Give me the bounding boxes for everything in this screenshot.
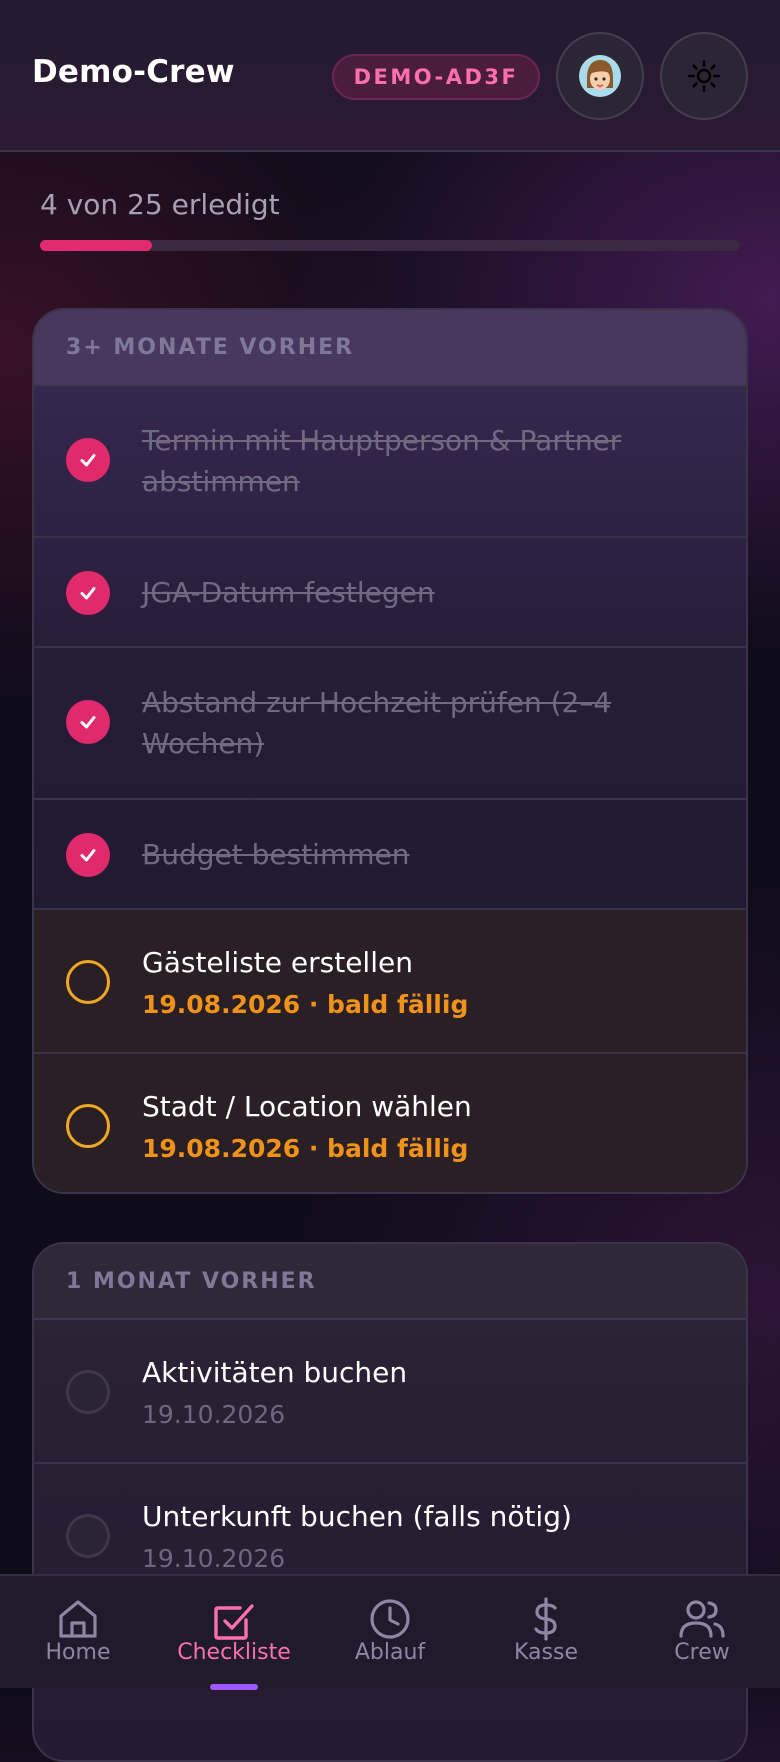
sun-icon xyxy=(688,60,720,92)
nav-label: Kasse xyxy=(514,1640,578,1665)
check-icon xyxy=(80,849,96,862)
item-title: Aktivitäten buchen xyxy=(142,1356,408,1389)
progress-text: 4 von 25 erledigt xyxy=(40,188,280,221)
nav-home[interactable]: Home xyxy=(0,1576,156,1690)
home-icon xyxy=(59,1600,97,1638)
item-title: Abstand zur Hochzeit prüfen (2–4 Wochen) xyxy=(142,686,612,760)
checklist-item[interactable]: JGA-Datum festlegen xyxy=(34,538,746,648)
progress-bar xyxy=(40,240,740,251)
item-due-date: 19.10.2026 xyxy=(142,1400,286,1429)
checklist-item[interactable]: Gästeliste erstellen 19.08.2026 · bald f… xyxy=(34,910,746,1054)
nav-kasse[interactable]: Kasse xyxy=(468,1576,624,1690)
checkbox-checked[interactable] xyxy=(66,700,110,744)
section-title: 3+ MONATE VORHER xyxy=(34,310,746,386)
crew-title: Demo-Crew xyxy=(32,54,235,90)
check-icon xyxy=(80,716,96,729)
checklist-item[interactable]: Budget bestimmen xyxy=(34,800,746,910)
section-title: 1 MONAT VORHER xyxy=(34,1244,746,1320)
item-title: Budget bestimmen xyxy=(142,838,410,871)
check-icon xyxy=(80,587,96,600)
item-due-date: 19.10.2026 xyxy=(142,1544,286,1573)
check-icon xyxy=(80,454,96,467)
dollar-icon xyxy=(534,1597,557,1641)
checklist-item[interactable]: Aktivitäten buchen 19.10.2026 xyxy=(34,1320,746,1464)
nav-label: Home xyxy=(45,1640,111,1665)
item-title: Termin mit Hauptperson & Partner abstimm… xyxy=(142,424,622,498)
checkbox-checked[interactable] xyxy=(66,438,110,482)
checkbox-unchecked[interactable] xyxy=(66,1514,110,1558)
checklist-item[interactable]: Abstand zur Hochzeit prüfen (2–4 Wochen) xyxy=(34,648,746,800)
checklist-item[interactable]: Stadt / Location wählen 19.08.2026 · bal… xyxy=(34,1054,746,1192)
item-title: Unterkunft buchen (falls nötig) xyxy=(142,1500,572,1533)
nav-label: Ablauf xyxy=(354,1640,426,1665)
item-title: Stadt / Location wählen xyxy=(142,1090,472,1123)
theme-toggle-button[interactable] xyxy=(660,32,748,120)
progress-bar-fill xyxy=(40,240,152,251)
nav-crew[interactable]: Crew xyxy=(624,1576,780,1690)
item-due-date: 19.08.2026 · bald fällig xyxy=(142,990,469,1019)
crew-code-badge[interactable]: DEMO-AD3F xyxy=(332,54,540,100)
checklist-item[interactable]: Termin mit Hauptperson & Partner abstimm… xyxy=(34,386,746,538)
nav-checkliste[interactable]: Checkliste xyxy=(156,1576,312,1690)
checkbox-unchecked[interactable] xyxy=(66,960,110,1004)
nav-ablauf[interactable]: Ablauf xyxy=(312,1576,468,1690)
clock-icon xyxy=(370,1599,410,1639)
checkbox-unchecked[interactable] xyxy=(66,1104,110,1148)
bottom-nav: Home Checkliste Ablauf Kasse Crew xyxy=(0,1574,780,1690)
nav-label: Checkliste xyxy=(177,1640,291,1665)
avatar-girl-icon xyxy=(579,55,621,97)
item-title: Gästeliste erstellen xyxy=(142,946,413,979)
nav-label: Crew xyxy=(674,1640,730,1665)
item-due-date: 19.08.2026 · bald fällig xyxy=(142,1134,469,1163)
active-tab-indicator xyxy=(210,1684,258,1690)
checkbox-unchecked[interactable] xyxy=(66,1370,110,1414)
users-icon xyxy=(679,1600,725,1638)
item-title: JGA-Datum festlegen xyxy=(142,576,435,609)
app-header: Demo-Crew DEMO-AD3F xyxy=(0,0,780,152)
checklist-section: 3+ MONATE VORHER Termin mit Hauptperson … xyxy=(32,308,748,1194)
checkbox-icon xyxy=(214,1604,254,1640)
profile-avatar-button[interactable] xyxy=(556,32,644,120)
checkbox-checked[interactable] xyxy=(66,833,110,877)
checkbox-checked[interactable] xyxy=(66,571,110,615)
